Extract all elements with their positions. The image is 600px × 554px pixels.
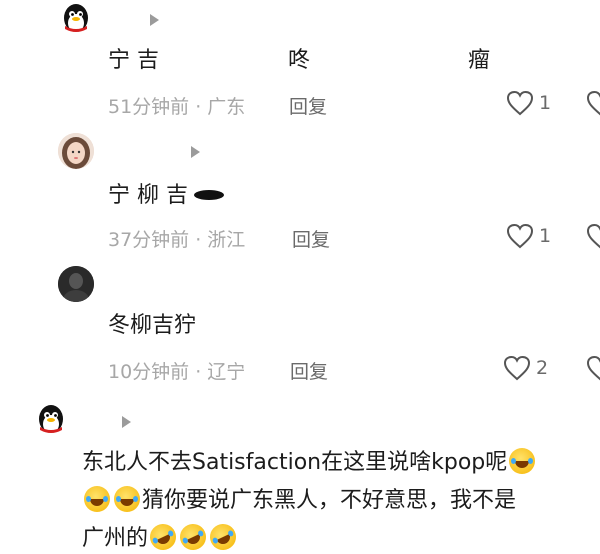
- rofl-emoji-icon: [205, 519, 241, 554]
- comment-text-line: 广州的: [82, 519, 241, 554]
- reply-button[interactable]: 回复: [289, 92, 327, 119]
- comment-timestamp: 51分钟前 · 广东: [108, 96, 246, 118]
- dark-photo-avatar-icon: [58, 266, 94, 302]
- comment-text-part: 瘤: [468, 48, 491, 73]
- comment-text-part: 咚: [288, 48, 311, 73]
- rofl-emoji-icon: [175, 519, 211, 554]
- comment-text-content: 广州的: [82, 526, 149, 551]
- comment-text-content: 宁 柳 吉: [108, 183, 188, 208]
- heart-icon[interactable]: [586, 355, 600, 381]
- tears-of-joy-emoji-icon: [114, 486, 140, 512]
- reply-arrow-icon: [150, 14, 159, 26]
- sticker-icon: [194, 190, 224, 200]
- heart-icon[interactable]: [503, 355, 531, 381]
- avatar[interactable]: [58, 133, 94, 169]
- reply-button[interactable]: 回复: [290, 357, 328, 384]
- rofl-emoji-icon: [145, 519, 181, 554]
- comment-timestamp: 10分钟前 · 辽宁: [108, 361, 246, 383]
- heart-icon[interactable]: [506, 90, 534, 116]
- heart-icon[interactable]: [506, 223, 534, 249]
- comment-text-content: 东北人不去Satisfaction在这里说啥kpop呢: [82, 450, 508, 475]
- qq-penguin-avatar-icon: [39, 405, 63, 433]
- comment-text-line: 东北人不去Satisfaction在这里说啥kpop呢: [82, 448, 537, 478]
- comment-text: 宁 吉 咚 瘤: [108, 46, 548, 76]
- heart-icon[interactable]: [586, 223, 600, 249]
- reply-arrow-icon: [122, 416, 131, 428]
- tears-of-joy-emoji-icon: [84, 486, 110, 512]
- comment-text-line: 猜你要说广东黑人，不好意思，我不是: [82, 486, 516, 516]
- avatar[interactable]: [33, 403, 69, 439]
- avatar[interactable]: [58, 2, 94, 38]
- comment-text-content: 猜你要说广东黑人，不好意思，我不是: [142, 488, 517, 513]
- tears-of-joy-emoji-icon: [509, 448, 536, 474]
- girl-photo-avatar-icon: [58, 133, 94, 169]
- comment-timestamp: 37分钟前 · 浙江: [108, 229, 246, 251]
- like-count: 2: [536, 357, 549, 379]
- reply-arrow-icon: [191, 146, 200, 158]
- comment-text: 冬柳吉狞: [108, 313, 197, 338]
- avatar[interactable]: [58, 266, 94, 302]
- like-count: 1: [539, 92, 552, 114]
- like-count: 1: [539, 225, 552, 247]
- comment-text: 宁 柳 吉: [108, 181, 224, 211]
- heart-icon[interactable]: [586, 90, 600, 116]
- reply-button[interactable]: 回复: [292, 225, 330, 252]
- qq-penguin-avatar-icon: [64, 4, 88, 32]
- comment-text-part: 宁 吉: [108, 48, 159, 73]
